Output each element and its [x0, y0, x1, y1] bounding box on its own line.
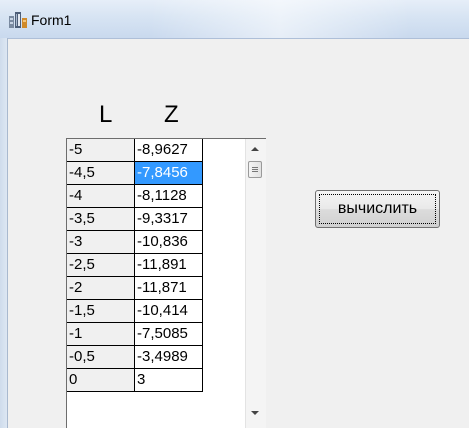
cell-z[interactable]: -8,9627 — [135, 139, 203, 162]
cell-z[interactable]: -11,891 — [135, 254, 203, 277]
cell-z[interactable]: -10,414 — [135, 300, 203, 323]
cell-l[interactable]: -2 — [67, 277, 135, 300]
cell-l[interactable]: -5 — [67, 139, 135, 162]
cell-l[interactable]: -1,5 — [67, 300, 135, 323]
calculate-button-label: вычислить — [319, 194, 436, 224]
window-title: Form1 — [31, 12, 72, 28]
cell-z-selected[interactable]: -7,8456 — [135, 162, 203, 185]
cell-l[interactable]: 0 — [67, 369, 135, 392]
cell-l[interactable]: -3,5 — [67, 208, 135, 231]
cell-z[interactable]: 3 — [135, 369, 203, 392]
cell-l[interactable]: -3 — [67, 231, 135, 254]
cell-l[interactable]: -2,5 — [67, 254, 135, 277]
scroll-up-arrow-icon[interactable] — [251, 147, 259, 151]
values-grid[interactable]: -5 -8,9627 -4,5 -7,8456 -4 -8,1128 -3,5 -9,3317… — [66, 138, 266, 428]
cell-l[interactable]: -1 — [67, 323, 135, 346]
cell-z[interactable]: -3,4989 — [135, 346, 203, 369]
title-bar[interactable]: Form1 — [0, 0, 469, 39]
cell-l[interactable]: -4 — [67, 185, 135, 208]
scroll-down-arrow-icon[interactable] — [251, 411, 259, 415]
scroll-thumb[interactable] — [248, 161, 262, 178]
title-bar-glare — [150, 0, 410, 38]
application-icon[interactable] — [8, 11, 28, 29]
column-header-l: L — [99, 101, 113, 128]
form1-window: Form1 L Z -5 -8,9627 -4,5 -7,8456 -4 -8,1128-… — [0, 0, 469, 428]
column-header-z: Z — [164, 101, 179, 128]
calculate-button[interactable]: вычислить — [315, 190, 440, 228]
cell-z[interactable]: -7,5085 — [135, 323, 203, 346]
cell-z[interactable]: -10,836 — [135, 231, 203, 254]
cell-l[interactable]: -4,5 — [67, 162, 135, 185]
grid-vertical-scrollbar[interactable] — [245, 139, 266, 428]
cell-z[interactable]: -9,3317 — [135, 208, 203, 231]
cell-z[interactable]: -11,871 — [135, 277, 203, 300]
cell-l[interactable]: -0,5 — [67, 346, 135, 369]
window-frame-left — [0, 38, 8, 428]
cell-z[interactable]: -8,1128 — [135, 185, 203, 208]
